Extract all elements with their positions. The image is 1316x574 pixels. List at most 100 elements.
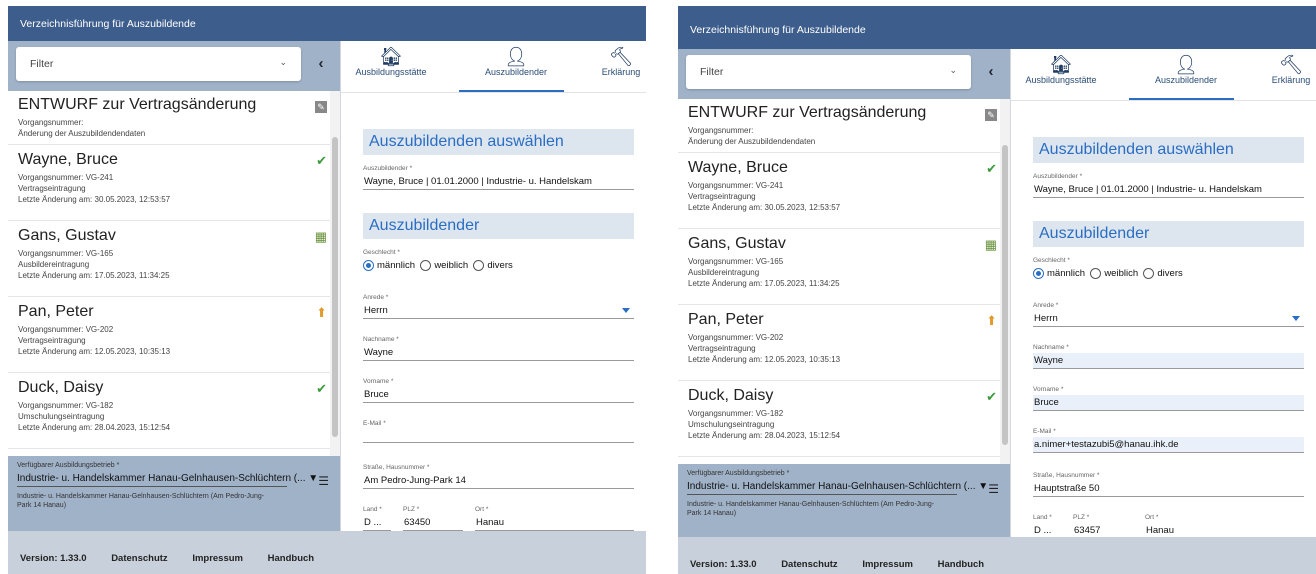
hamburger-menu-icon[interactable]: ☰	[318, 474, 329, 488]
list-item-date: Letzte Änderung am: 30.05.2023, 12:53:57	[688, 203, 841, 212]
anrede-label: Anrede *	[1033, 302, 1059, 309]
tab-auszubildender[interactable]: 👤︎ Auszubildender	[1136, 53, 1236, 85]
impressum-link[interactable]: Impressum	[192, 553, 243, 564]
app-title-bar: Verzeichnisführung für Auszubildende	[678, 6, 1316, 49]
plz-label: PLZ *	[1073, 514, 1090, 521]
list-item-date: Letzte Änderung am: 28.04.2023, 15:12:54	[688, 431, 841, 440]
nachname-value: Wayne	[1033, 353, 1304, 369]
ort-value: Hanau	[475, 515, 634, 531]
active-tab-indicator	[1129, 98, 1234, 100]
collapse-panel-button[interactable]: ‹	[308, 49, 334, 79]
tab-auszubildender[interactable]: 👤︎ Auszubildender	[466, 45, 566, 77]
screenshot-panel-2: Verzeichnisführung für Auszubildende Fil…	[670, 0, 1316, 574]
plz-field[interactable]: PLZ * 63450	[403, 506, 463, 531]
betrieb-select[interactable]: Industrie- u. Handelskammer Hanau-Gelnha…	[17, 473, 318, 487]
list-item[interactable]: Pan, Peter Vorgangsnummer: VG-202 Vertrags…	[8, 297, 340, 373]
list-scrollbar-thumb[interactable]	[332, 137, 338, 437]
betrieb-select[interactable]: Industrie- u. Handelskammer Hanau-Gelnha…	[687, 481, 988, 495]
list-item-date: Letzte Änderung am: 12.05.2023, 10:35:13	[18, 347, 171, 356]
handbuch-link[interactable]: Handbuch	[268, 553, 314, 564]
strasse-field[interactable]: Straße, Hausnummer * Am Pedro-Jung-Park …	[363, 464, 634, 489]
list-item[interactable]: Duck, Daisy Vorgangsnummer: VG-182 Umschul…	[678, 381, 1010, 457]
strasse-value: Hauptstraße 50	[1033, 481, 1304, 497]
list-item[interactable]: ENTWURF zur Vertragsänderung Vorgangsnumm…	[678, 99, 1010, 153]
betrieb-select-value: Industrie- u. Handelskammer Hanau-Gelnha…	[17, 473, 306, 484]
list-item[interactable]: Gans, Gustav Vorgangsnummer: VG-165 Ausbil…	[8, 221, 340, 297]
list-item-vorgangsnummer: Vorgangsnummer: VG-182	[688, 409, 784, 418]
betrieb-address: Industrie- u. Handelskammer Hanau-Gelnha…	[17, 493, 265, 509]
anrede-select[interactable]: Anrede * Herrn	[1033, 302, 1304, 327]
list-item-vorgangsnummer: Vorgangsnummer: VG-241	[18, 173, 114, 182]
dropdown-caret-icon	[622, 308, 630, 313]
list-item-type: Ausbildereintragung	[688, 268, 760, 277]
ort-field[interactable]: Ort * Hanau	[1145, 514, 1304, 539]
betrieb-select-value: Industrie- u. Handelskammer Hanau-Gelnha…	[687, 481, 976, 492]
app-title: Verzeichnisführung für Auszubildende	[20, 18, 196, 30]
list-item-type: Vertragseintragung	[688, 344, 756, 353]
tab-ausbildungsstaette[interactable]: 🏠︎ Ausbildungsstätte	[347, 45, 435, 77]
radio-weiblich[interactable]	[1090, 268, 1102, 279]
betrieb-label: Verfügbarer Ausbildungsbetrieb *	[17, 462, 120, 469]
vorname-label: Vorname *	[1033, 386, 1064, 393]
radio-divers[interactable]	[473, 260, 485, 271]
tab-erklaerung[interactable]: 🔨︎ Erklärung	[1261, 53, 1316, 85]
handbuch-link[interactable]: Handbuch	[938, 559, 984, 570]
land-select[interactable]: Land * D ...	[363, 506, 391, 531]
list-item[interactable]: Duck, Daisy Vorgangsnummer: VG-182 Umschul…	[8, 373, 340, 449]
datenschutz-link[interactable]: Datenschutz	[111, 553, 167, 564]
radio-divers[interactable]	[1143, 268, 1155, 279]
impressum-link[interactable]: Impressum	[862, 559, 913, 570]
email-field[interactable]: E-Mail * a.nimer+testazubi5@hanau.ihk.de	[1033, 428, 1304, 453]
email-field[interactable]: E-Mail *	[363, 420, 634, 443]
list-scrollbar-thumb[interactable]	[1002, 145, 1008, 445]
filter-bar: Filter ⌄ ‹	[678, 49, 1010, 99]
ausbildungsbetrieb-panel: Verfügbarer Ausbildungsbetrieb * Industr…	[8, 456, 340, 531]
tab-ausbildungsstaette[interactable]: 🏠︎ Ausbildungsstätte	[1017, 53, 1105, 85]
chevron-down-icon: ⌄	[949, 65, 957, 75]
ort-field[interactable]: Ort * Hanau	[475, 506, 634, 531]
plz-label: PLZ *	[403, 506, 420, 513]
vorname-field[interactable]: Vorname * Bruce	[1033, 386, 1304, 411]
email-value	[363, 429, 634, 443]
anrede-select[interactable]: Anrede * Herrn	[363, 294, 634, 319]
strasse-field[interactable]: Straße, Hausnummer * Hauptstraße 50	[1033, 472, 1304, 497]
plz-field[interactable]: PLZ * 63457	[1073, 514, 1133, 539]
form-panel: 🏠︎ Ausbildungsstätte 👤︎ Auszubildender 🔨…	[1011, 49, 1316, 539]
list-item-date: Letzte Änderung am: 12.05.2023, 10:35:13	[688, 355, 841, 364]
footer: Version: 1.33.0 Datenschutz Impressum Ha…	[678, 537, 1316, 574]
vorname-field[interactable]: Vorname * Bruce	[363, 378, 634, 403]
nachname-field[interactable]: Nachname * Wayne	[363, 336, 634, 361]
datenschutz-link[interactable]: Datenschutz	[781, 559, 837, 570]
azubi-value: Wayne, Bruce | 01.01.2000 | Industrie- u…	[363, 174, 634, 190]
person-icon: 👤︎	[1173, 55, 1199, 76]
tab-erklaerung[interactable]: 🔨︎ Erklärung	[591, 45, 646, 77]
azubi-value: Wayne, Bruce | 01.01.2000 | Industrie- u…	[1033, 182, 1304, 198]
list-item[interactable]: Wayne, Bruce Vorgangsnummer: VG-241 Vertra…	[678, 153, 1010, 229]
list-item-vorgangsnummer: Vorgangsnummer: VG-165	[688, 257, 784, 266]
list-item[interactable]: Wayne, Bruce Vorgangsnummer: VG-241 Vertra…	[8, 145, 340, 221]
list-item-vorgangsnummer: Vorgangsnummer:	[688, 126, 754, 135]
list-item[interactable]: Gans, Gustav Vorgangsnummer: VG-165 Ausbil…	[678, 229, 1010, 305]
radio-weiblich[interactable]	[420, 260, 432, 271]
radio-maennlich[interactable]	[1033, 268, 1044, 279]
check-icon: ✔	[316, 381, 327, 396]
collapse-panel-button[interactable]: ‹	[978, 57, 1004, 87]
land-select[interactable]: Land * D ...	[1033, 514, 1061, 539]
list-item[interactable]: ENTWURF zur Vertragsänderung Vorgangsnumm…	[8, 91, 340, 145]
filter-select[interactable]: Filter ⌄	[686, 55, 971, 89]
list-item[interactable]: Pan, Peter Vorgangsnummer: VG-202 Vertrags…	[678, 305, 1010, 381]
betrieb-label: Verfügbarer Ausbildungsbetrieb *	[687, 470, 790, 477]
radio-maennlich[interactable]	[363, 260, 374, 271]
hamburger-menu-icon[interactable]: ☰	[988, 482, 999, 496]
filter-select[interactable]: Filter ⌄	[16, 47, 301, 81]
filter-placeholder: Filter	[30, 58, 54, 70]
nachname-field[interactable]: Nachname * Wayne	[1033, 344, 1304, 369]
check-icon: ✔	[986, 161, 997, 176]
strasse-label: Straße, Hausnummer *	[1033, 472, 1100, 479]
tab-label-auszubildender: Auszubildender	[484, 67, 548, 77]
app-title-bar: Verzeichnisführung für Auszubildende	[8, 6, 646, 41]
azubi-select[interactable]: Auszubildender * Wayne, Bruce | 01.01.20…	[1033, 173, 1304, 198]
strasse-label: Straße, Hausnummer *	[363, 464, 430, 471]
radio-divers-label: divers	[1157, 268, 1183, 280]
azubi-select[interactable]: Auszubildender * Wayne, Bruce | 01.01.20…	[363, 165, 634, 190]
